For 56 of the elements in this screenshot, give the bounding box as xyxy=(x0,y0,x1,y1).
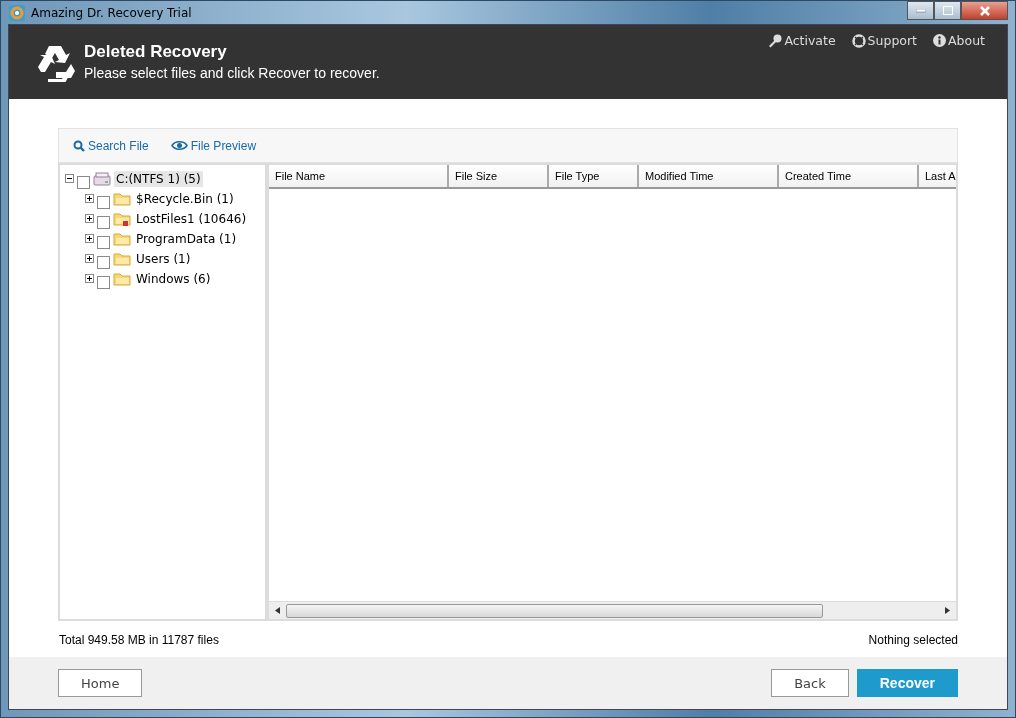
folder-icon xyxy=(113,232,131,246)
tree-item[interactable]: Windows (6) xyxy=(134,271,213,287)
activate-link[interactable]: Activate xyxy=(768,33,836,48)
folder-icon xyxy=(113,252,131,266)
tree-item[interactable]: C:(NTFS 1) (5) xyxy=(114,171,203,187)
close-icon xyxy=(978,5,991,16)
checkbox[interactable] xyxy=(97,195,110,209)
tree-item[interactable]: Users (1) xyxy=(134,251,193,267)
tree-item[interactable]: LostFiles1 (10646) xyxy=(134,211,249,227)
selection-status: Nothing selected xyxy=(868,633,958,647)
file-preview-button[interactable]: File Preview xyxy=(170,138,257,153)
checkbox[interactable] xyxy=(77,175,90,189)
right-arrow-icon xyxy=(945,607,950,614)
page-title: Deleted Recovery xyxy=(84,42,228,62)
column-header[interactable]: Created Time xyxy=(779,165,919,187)
horizontal-scrollbar[interactable] xyxy=(269,601,956,619)
page-subtitle: Please select files and click Recover to recover. xyxy=(84,65,380,81)
drive-icon xyxy=(93,172,111,186)
left-arrow-icon xyxy=(275,607,280,614)
expand-toggle[interactable] xyxy=(85,272,94,286)
maximize-icon xyxy=(942,6,953,15)
expand-toggle[interactable] xyxy=(85,232,94,246)
folder-with-badge-icon xyxy=(113,212,131,226)
lifebuoy-icon xyxy=(851,33,866,48)
window-title: Amazing Dr. Recovery Trial xyxy=(31,5,192,20)
back-button[interactable]: Back xyxy=(771,669,849,697)
column-header[interactable]: File Name xyxy=(269,165,449,187)
column-header[interactable]: Modified Time xyxy=(639,165,779,187)
minimize-icon xyxy=(915,8,926,13)
support-link[interactable]: Support xyxy=(851,33,918,48)
search-file-button[interactable]: Search File xyxy=(73,138,149,153)
column-header[interactable]: File Size xyxy=(449,165,549,187)
tree-item[interactable]: $Recycle.Bin (1) xyxy=(134,191,236,207)
folder-icon xyxy=(113,192,131,206)
eye-icon xyxy=(170,140,188,151)
tree-item[interactable]: ProgramData (1) xyxy=(134,231,239,247)
checkbox[interactable] xyxy=(97,275,110,289)
app-icon xyxy=(9,4,25,21)
maximize-button[interactable] xyxy=(934,1,961,20)
checkbox[interactable] xyxy=(97,215,110,229)
column-header[interactable]: File Type xyxy=(549,165,639,187)
checkbox[interactable] xyxy=(97,235,110,249)
expand-toggle[interactable] xyxy=(85,212,94,226)
home-button[interactable]: Home xyxy=(58,669,143,697)
search-icon xyxy=(73,139,85,152)
about-link[interactable]: About xyxy=(933,33,985,48)
info-icon xyxy=(933,34,947,47)
key-icon xyxy=(768,33,783,48)
expand-toggle[interactable] xyxy=(85,192,94,206)
collapse-toggle[interactable] xyxy=(65,172,74,186)
minimize-button[interactable] xyxy=(907,1,934,20)
checkbox[interactable] xyxy=(97,255,110,269)
folder-icon xyxy=(113,272,131,286)
total-status: Total 949.58 MB in 11787 files xyxy=(59,633,219,647)
expand-toggle[interactable] xyxy=(85,252,94,266)
close-button[interactable] xyxy=(961,1,1008,20)
